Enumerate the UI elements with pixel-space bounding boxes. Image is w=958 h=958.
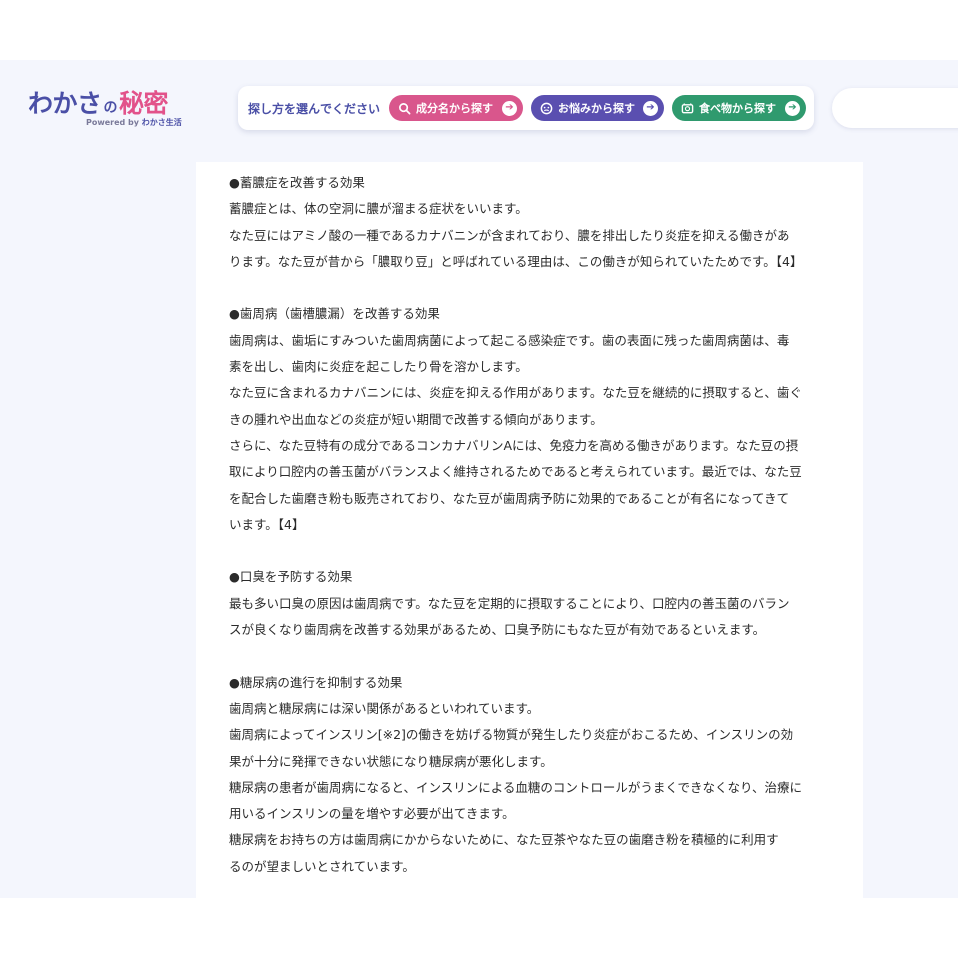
paragraph-line: なた豆に含まれるカナバニンには、炎症を抑える作用があります。なた豆を継続的に摂取… [229, 385, 802, 401]
paragraph-line: さらに、なた豆特有の成分であるコンカナバリンAには、免疫力を高める働きがあります… [229, 437, 799, 453]
logo-powered-by: Powered by わかさ生活 [86, 117, 182, 128]
paragraph-line: きの腫れや出血などの炎症が短い期間で改善する傾向があります。 [229, 411, 603, 427]
paragraph-line: スが良くなり歯周病を改善する効果があるため、口臭予防にもなた豆が有効であるといえ… [229, 622, 766, 638]
paragraph-line: 歯周病によってインスリン[※2]の働きを妨げる物質が発生したり炎症がおこるため、… [229, 727, 794, 743]
paragraph-line: 歯周病と糖尿病には深い関係があるといわれています。 [229, 700, 540, 716]
section-heading: ●糖尿病の進行を抑制する効果 [229, 674, 403, 690]
powered-by-text: Powered by [86, 118, 139, 127]
paragraph-line: るのが望ましいとされています。 [229, 858, 415, 874]
paragraph-line: を配合した歯磨き粉も販売されており、なた豆が歯周病予防に効果的であることが有名に… [229, 490, 790, 506]
paragraph-line: なた豆にはアミノ酸の一種であるカナバニンが含まれており、膿を排出したり炎症を抑え… [229, 227, 790, 243]
search-by-food-button[interactable]: 食べ物から探す ➔ [672, 95, 806, 121]
logo-himitsu-text: 秘密 [119, 89, 169, 118]
logo-title: わかさ の秘密 [28, 84, 169, 120]
paragraph-line: 果が十分に発揮できない状態になり糖尿病が悪化します。 [229, 753, 553, 769]
paragraph-line: 素を出し、歯肉に炎症を起こしたり骨を溶かします。 [229, 359, 528, 375]
search-method-panel: 探し方を選んでください 成分名から探す ➔ お悩みから探す ➔ 食べ物から探す … [238, 86, 814, 130]
article-body: ●蓄膿症を改善する効果蓄膿症とは、体の空洞に膿が溜まる症状をいいます。なた豆には… [196, 162, 863, 898]
section-heading: ●歯周病（歯槽膿漏）を改善する効果 [229, 306, 440, 322]
logo-no-text: の [103, 100, 118, 116]
search-method-prompt: 探し方を選んでください [248, 102, 381, 116]
paragraph-line: 糖尿病の患者が歯周病になると、インスリンによる血糖のコントロールがうまくできなく… [229, 779, 803, 795]
arrow-right-icon: ➔ [785, 100, 800, 116]
paragraph-line: 蓄膿症とは、体の空洞に膿が溜まる症状をいいます。 [229, 201, 528, 217]
arrow-right-icon: ➔ [643, 100, 658, 116]
search-by-concern-label: お悩みから探す [558, 102, 635, 115]
paragraph-line: 糖尿病をお持ちの方は歯周病にかからないために、なた豆茶やなた豆の歯磨き粉を積極的… [229, 832, 779, 848]
site-search-input[interactable] [832, 88, 958, 128]
site-logo[interactable]: わかさ の秘密 Powered by わかさ生活 [28, 84, 188, 130]
article-text: ●蓄膿症を改善する効果蓄膿症とは、体の空洞に膿が溜まる症状をいいます。なた豆には… [229, 170, 834, 880]
paragraph-line: ります。なた豆が昔から「膿取り豆」と呼ばれている理由は、この働きが知られていたた… [229, 253, 803, 269]
powered-by-brand: わかさ生活 [141, 118, 182, 127]
face-icon [539, 101, 553, 115]
food-icon [680, 101, 694, 115]
section-heading: ●蓄膿症を改善する効果 [229, 175, 365, 190]
paragraph-line: 最も多い口臭の原因は歯周病です。なた豆を定期的に摂取することにより、口腔内の善玉… [229, 595, 790, 611]
paragraph-line: います。【4】 [229, 516, 305, 532]
paragraph-line: 用いるインスリンの量を増やす必要が出てきます。 [229, 806, 515, 822]
search-by-food-label: 食べ物から探す [699, 102, 776, 115]
search-by-concern-button[interactable]: お悩みから探す ➔ [531, 95, 664, 121]
magnifier-icon [397, 101, 411, 115]
paragraph-line: 取により口腔内の善玉菌がバランスよく維持されるためであると考えられています。最近… [229, 464, 802, 480]
section-heading: ●口臭を予防する効果 [229, 569, 353, 585]
paragraph-line: 歯周病は、歯垢にすみついた歯周病菌によって起こる感染症です。歯の表面に残った歯周… [229, 332, 790, 348]
logo-wakasa-text: わかさ [28, 89, 102, 118]
arrow-right-icon: ➔ [502, 100, 517, 116]
search-by-ingredient-label: 成分名から探す [416, 102, 493, 115]
search-by-ingredient-button[interactable]: 成分名から探す ➔ [389, 95, 523, 121]
